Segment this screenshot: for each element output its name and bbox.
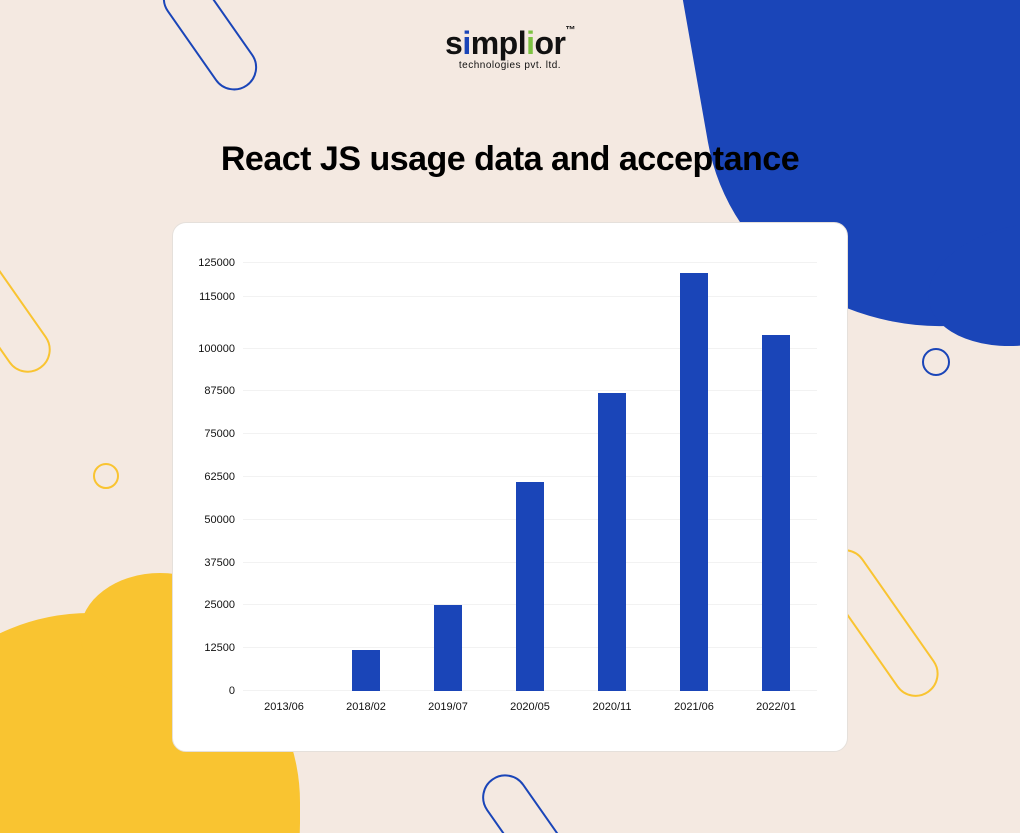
brand-name-post: or [534, 25, 565, 61]
chart-y-tick-label: 125000 [198, 257, 235, 269]
decor-pill-yellow-left [0, 224, 60, 381]
chart-y-tick-label: 115000 [199, 291, 235, 303]
chart-x-tick-label: 2020/05 [489, 701, 571, 713]
chart-y-tick-label: 100000 [198, 343, 235, 355]
chart-x-tick-label: 2019/07 [407, 701, 489, 713]
chart-y-tick-label: 0 [229, 685, 235, 697]
brand-name-pre: s [445, 25, 462, 61]
chart-bar [434, 605, 462, 691]
brand-name-mid: mpl [471, 25, 526, 61]
chart-y-tick-label: 62500 [204, 471, 235, 483]
brand-subtitle: technologies pvt. ltd. [0, 60, 1020, 71]
brand-tm: ™ [565, 25, 575, 36]
chart-y-tick-label: 12500 [204, 642, 235, 654]
chart-x-tick-label: 2018/02 [325, 701, 407, 713]
chart-x-tick-label: 2020/11 [571, 701, 653, 713]
chart-bar-column: 2013/06 [243, 263, 325, 691]
chart-bar [762, 335, 790, 691]
decor-circle-yellow [93, 463, 119, 489]
chart-plot-area: 0125002500037500500006250075000875001000… [243, 263, 817, 691]
chart-y-tick-label: 87500 [204, 385, 235, 397]
chart-x-tick-label: 2013/06 [243, 701, 325, 713]
brand-logo: simplior™ technologies pvt. ltd. [0, 25, 1020, 71]
page-title: React JS usage data and acceptance [0, 140, 1020, 179]
chart-y-tick-label: 25000 [204, 599, 235, 611]
chart-bar [598, 393, 626, 691]
decor-pill-blue-bottom [473, 765, 597, 833]
chart-bar-column: 2018/02 [325, 263, 407, 691]
chart-bar [516, 482, 544, 691]
chart-bar [680, 273, 708, 691]
chart-bar-column: 2020/11 [571, 263, 653, 691]
chart-y-tick-label: 50000 [204, 514, 235, 526]
brand-dot-blue-icon: i [462, 25, 470, 61]
chart-bar-column: 2020/05 [489, 263, 571, 691]
chart-y-tick-label: 37500 [204, 557, 235, 569]
chart-card: 0 12500 25000 37500 50000 62500 75000 87500 1000… [172, 222, 848, 752]
chart-x-tick-label: 2021/06 [653, 701, 735, 713]
decor-circle-blue [922, 348, 950, 376]
chart-bar-column: 2022/01 [735, 263, 817, 691]
chart-y-tick-label: 75000 [204, 428, 235, 440]
chart-bars: 2013/062018/022019/072020/052020/112021/… [243, 263, 817, 691]
chart-x-tick-label: 2022/01 [735, 701, 817, 713]
chart-bar-column: 2019/07 [407, 263, 489, 691]
chart-bar-column: 2021/06 [653, 263, 735, 691]
chart-bar [352, 650, 380, 691]
